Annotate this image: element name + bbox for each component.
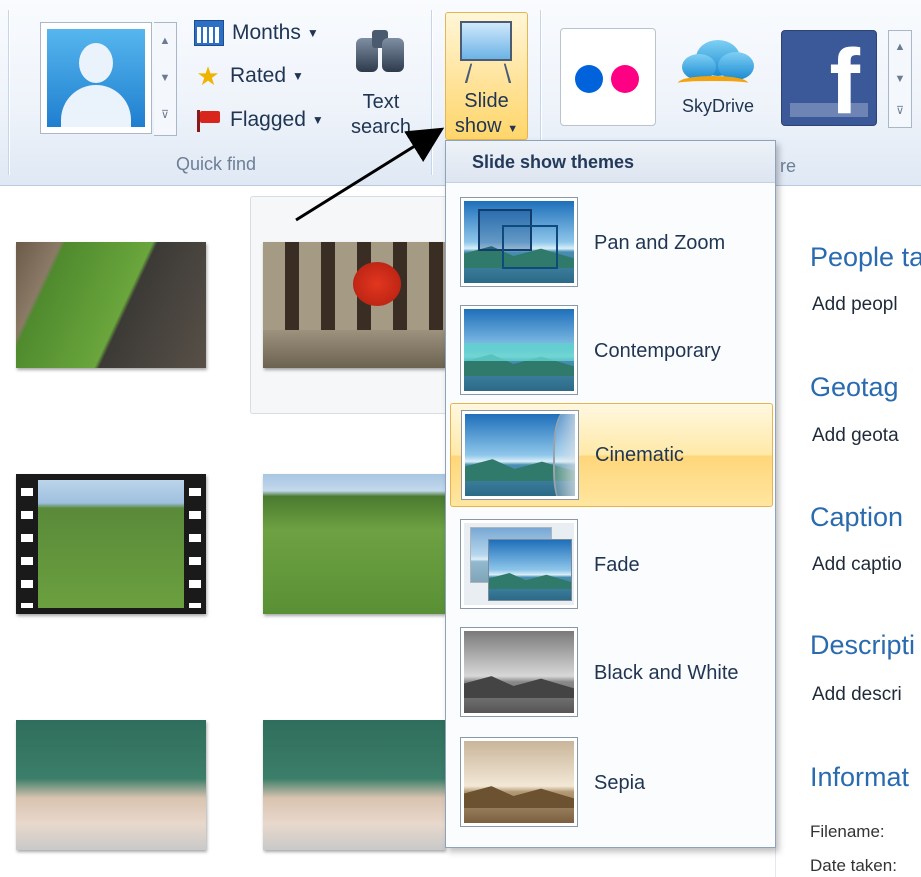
theme-cinematic[interactable]: Cinematic [450,403,773,507]
gallery-scroll[interactable]: ▲ ▼ ⊽ [154,22,177,136]
flag-icon [194,108,222,132]
black-and-white-preview-icon [460,627,578,717]
theme-pan-and-zoom[interactable]: Pan and Zoom [450,191,773,295]
theme-label: Sepia [594,771,646,794]
photo-thumbnail-children-on-lawn[interactable] [263,474,445,614]
theme-fade[interactable]: Fade [450,513,773,617]
scroll-up-icon[interactable]: ▲ [889,31,911,63]
information-heading: Informat [810,762,910,792]
theme-label: Contemporary [594,339,721,362]
people-gallery-item[interactable] [40,22,152,134]
skydrive-label: SkyDrive [681,96,754,116]
projector-screen-icon [460,21,512,61]
ribbon-group-separator [8,10,9,175]
video-thumbnail-children-on-lawn[interactable] [16,474,206,614]
share-group-label: re [780,156,797,176]
text-search-label-line1: Text [362,91,400,113]
flickr-blue-dot [575,65,603,93]
theme-contemporary[interactable]: Contemporary [450,299,773,403]
people-tags-heading: People ta [810,242,921,272]
add-description-link[interactable]: Add descri [812,684,902,706]
geotag-heading: Geotag [810,372,899,402]
menu-header: Slide show themes [446,141,775,183]
filename-label: Filename: [810,822,885,841]
rated-button[interactable]: ★ Rated ▼ [194,61,304,91]
slide-show-label-line2: show [454,115,502,137]
theme-label: Fade [594,553,640,576]
share-gallery-scroll[interactable]: ▲ ▼ ⊽ [888,30,912,128]
facebook-share-button[interactable]: f [781,30,877,133]
theme-black-and-white[interactable]: Black and White [450,621,773,725]
flickr-share-button[interactable] [560,28,656,126]
theme-label: Cinematic [595,443,684,466]
gallery-more-icon[interactable]: ⊽ [154,97,176,134]
theme-sepia[interactable]: Sepia [450,731,773,835]
add-caption-link[interactable]: Add captio [812,554,902,576]
skydrive-share-button[interactable]: SkyDrive [670,28,766,126]
person-icon [47,29,145,127]
slide-show-button[interactable]: Slide show ▼ [445,12,528,140]
pan-and-zoom-preview-icon [460,197,578,287]
chevron-down-icon: ▼ [507,123,519,135]
chevron-down-icon: ▼ [306,26,319,40]
chevron-down-icon: ▼ [292,69,304,83]
contemporary-preview-icon [460,305,578,395]
photo-thumbnail-arches-flowers[interactable] [263,242,445,368]
ribbon-group-separator [431,10,432,175]
binoculars-icon[interactable] [352,24,408,74]
flagged-label: Flagged [230,108,306,131]
star-icon: ★ [196,61,220,91]
cinematic-preview-icon [461,410,579,500]
fade-preview-icon [460,519,578,609]
text-search-button[interactable]: Text search [348,90,414,140]
months-button[interactable]: Months ▼ [194,20,319,46]
slide-show-label-line1: Slide [464,90,509,112]
theme-label: Black and White [594,661,739,684]
facebook-icon: f [829,31,860,133]
photo-thumbnail-toddlers-at-table-2[interactable] [263,720,445,850]
add-people-link[interactable]: Add peopl [812,294,898,316]
rated-label: Rated [230,64,287,87]
calendar-icon [194,20,224,46]
photo-thumbnail-child-on-grass[interactable] [16,242,206,368]
theme-label: Pan and Zoom [594,231,726,254]
scroll-down-icon[interactable]: ▼ [154,60,176,97]
caption-heading: Caption [810,502,904,532]
gallery-more-icon[interactable]: ⊽ [889,95,911,127]
scroll-down-icon[interactable]: ▼ [889,63,911,95]
flickr-pink-dot [611,65,639,93]
slide-show-themes-menu: Slide show themes Pan and Zoom Contempor… [445,140,776,848]
photo-thumbnail-toddlers-at-table[interactable] [16,720,206,850]
flagged-button[interactable]: Flagged ▼ [194,108,324,132]
date-taken-label: Date taken: [810,856,897,875]
description-heading: Descripti [810,630,916,660]
chevron-down-icon: ▼ [311,113,324,127]
scroll-up-icon[interactable]: ▲ [154,23,176,60]
sepia-preview-icon [460,737,578,827]
text-search-label-line2: search [350,116,412,138]
add-geotag-link[interactable]: Add geota [812,425,899,447]
months-label: Months [232,21,301,44]
quick-find-group-label: Quick find [176,154,257,174]
